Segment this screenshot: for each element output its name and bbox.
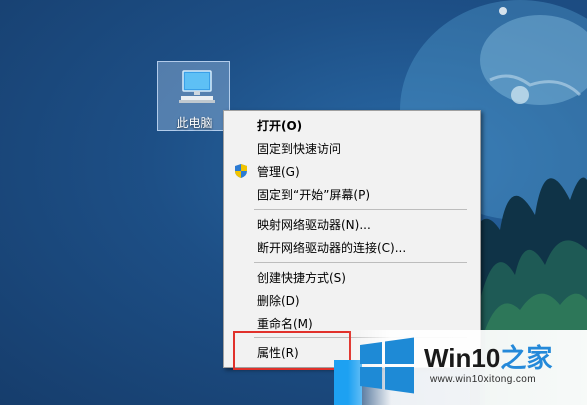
menu-item-open[interactable]: 打开(O) <box>257 116 302 136</box>
menu-item-create-shortcut[interactable]: 创建快捷方式(S) <box>257 268 346 288</box>
menu-item-delete[interactable]: 删除(D) <box>257 291 300 311</box>
menu-separator <box>254 209 467 210</box>
menu-item-pin-quick-access[interactable]: 固定到快速访问 <box>257 139 341 159</box>
windows-logo-icon <box>360 337 414 394</box>
menu-item-map-network-drive[interactable]: 映射网络驱动器(N)... <box>257 215 371 235</box>
menu-item-disconnect-network-drive[interactable]: 断开网络驱动器的连接(C)... <box>257 238 406 258</box>
uac-shield-icon <box>235 164 247 178</box>
menu-item-manage[interactable]: 管理(G) <box>257 162 300 182</box>
watermark-title-accent: 之家 <box>500 343 553 373</box>
watermark-title: Win10之家 <box>424 338 552 375</box>
computer-icon <box>179 70 215 103</box>
menu-item-pin-start[interactable]: 固定到“开始”屏幕(P) <box>257 185 370 205</box>
menu-separator <box>254 262 467 263</box>
this-pc-label: 此电脑 <box>176 116 213 130</box>
desktop: 此电脑 打开(O) 固定到快速访问 管理(G) 固定到“开始”屏幕(P) 映射网… <box>0 0 587 405</box>
watermark-title-main: Win10 <box>424 343 501 373</box>
watermark-url: www.win10xitong.com <box>430 374 536 385</box>
this-pc-desktop-icon[interactable]: 此电脑 <box>157 61 230 131</box>
